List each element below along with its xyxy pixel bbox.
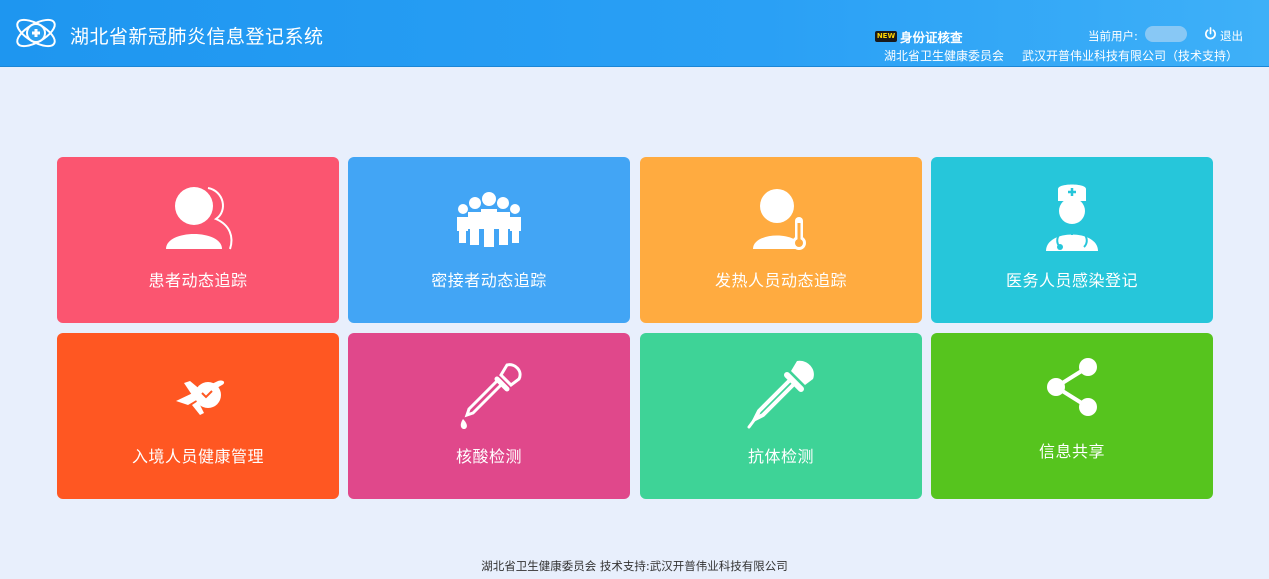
tile-label: 密接者动态追踪 (431, 271, 547, 290)
logo-icon (16, 18, 56, 48)
tile-label: 核酸检测 (455, 447, 522, 466)
tile-info-sharing[interactable]: 信息共享 (931, 333, 1213, 499)
tile-contact-tracking[interactable]: 密接者动态追踪 (348, 157, 630, 323)
pipette-icon (460, 363, 522, 429)
org-name: 湖北省卫生健康委员会 (884, 49, 1005, 63)
current-user-label: 当前用户: (1088, 29, 1138, 43)
tile-label: 抗体检测 (747, 447, 814, 466)
group-icon (457, 192, 521, 247)
tile-label: 患者动态追踪 (148, 271, 248, 290)
doctor-icon (1046, 184, 1098, 251)
tech-support: 武汉开普伟业科技有限公司（技术支持） (1022, 49, 1239, 63)
tile-label: 信息共享 (1038, 442, 1105, 461)
tile-label: 医务人员感染登记 (1005, 271, 1138, 290)
current-user-name (1145, 26, 1187, 42)
dropper-icon (747, 360, 814, 429)
tile-patient-tracking[interactable]: 患者动态追踪 (57, 157, 339, 323)
tile-label: 入境人员健康管理 (131, 447, 264, 466)
tile-fever-tracking[interactable]: 发热人员动态追踪 (640, 157, 922, 323)
share-icon (1047, 358, 1097, 416)
tile-medical-staff-infection[interactable]: 医务人员感染登记 (931, 157, 1213, 323)
fever-icon (753, 189, 806, 250)
app-title: 湖北省新冠肺炎信息登记系统 (70, 26, 324, 48)
logout-link[interactable]: 退出 (1220, 28, 1243, 44)
footer: 湖北省卫生健康委员会 技术支持:武汉开普伟业科技有限公司 (481, 559, 788, 573)
patient-icon (166, 187, 233, 250)
header-right: NEW 身份证核查 当前用户: 退出 湖北省卫生健康委员会 武汉开普伟业科技有限… (849, 0, 1269, 67)
tile-inbound-health[interactable]: 入境人员健康管理 (57, 333, 339, 499)
tile-nucleic-acid-test[interactable]: 核酸检测 (348, 333, 630, 499)
header: 湖北省新冠肺炎信息登记系统 NEW 身份证核查 当前用户: 退出 湖北省卫生健康… (0, 0, 1269, 67)
tile-label: 发热人员动态追踪 (714, 271, 847, 290)
tile-antibody-test[interactable]: 抗体检测 (640, 333, 922, 499)
new-badge: NEW (875, 31, 897, 42)
id-check-link[interactable]: 身份证核查 (900, 27, 963, 46)
power-icon[interactable] (1204, 27, 1217, 40)
airplane-icon (176, 380, 225, 415)
